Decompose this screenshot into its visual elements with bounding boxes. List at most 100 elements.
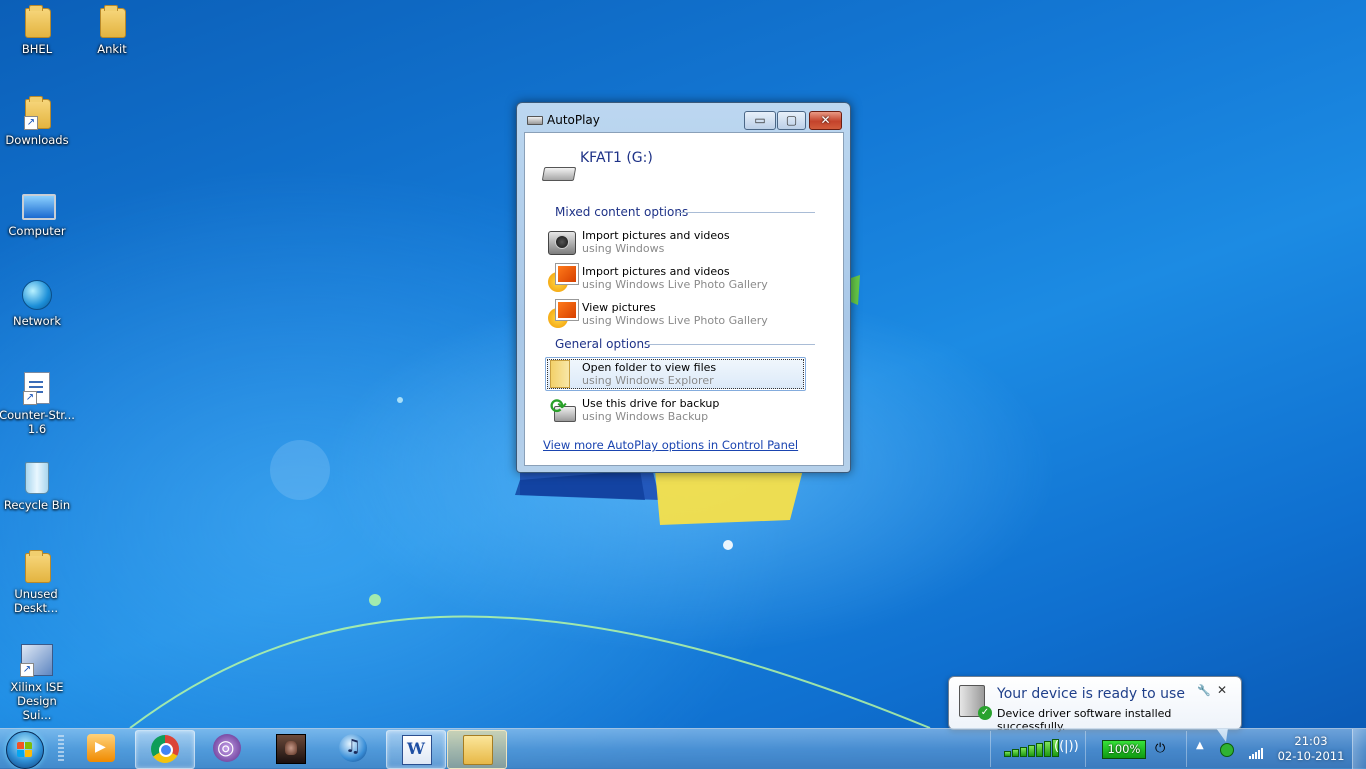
options-icon[interactable]: 🔧 xyxy=(1197,684,1211,697)
taskbar-windows-explorer[interactable] xyxy=(447,730,507,769)
maximize-icon: ▢ xyxy=(785,113,798,127)
desktop-icon-bhel[interactable]: BHEL xyxy=(0,5,74,56)
desktop-icon-label: Recycle Bin xyxy=(3,498,71,512)
section-heading-mixed: Mixed content options xyxy=(555,205,689,219)
taskbar-google-chrome[interactable] xyxy=(135,730,195,769)
folder-icon xyxy=(550,360,570,388)
safely-remove-hardware-icon[interactable] xyxy=(1220,743,1234,757)
photo-gallery-icon xyxy=(548,300,578,328)
show-hidden-icons-icon[interactable]: ▲ xyxy=(1196,740,1204,751)
desktop-icon-label: Downloads xyxy=(5,133,69,147)
battery-indicator[interactable]: 100% xyxy=(1102,740,1146,759)
option-sublabel: using Windows Live Photo Gallery xyxy=(582,278,768,291)
app-shortcut-icon xyxy=(20,644,53,677)
network-signal-icon[interactable] xyxy=(1004,739,1059,757)
clock-time: 21:03 xyxy=(1294,734,1328,748)
taskbar-windows-media-player[interactable] xyxy=(72,730,130,767)
close-icon: ✕ xyxy=(820,113,831,127)
bittorrent-icon xyxy=(213,734,241,762)
option-label: Use this drive for backup xyxy=(582,397,720,410)
autoplay-content: KFAT1 (G:) Mixed content options Import … xyxy=(524,132,844,466)
desktop-icon-computer[interactable]: Computer xyxy=(0,188,74,238)
desktop-icon-label: Counter-Str... 1.6 xyxy=(0,408,75,436)
option-import-live-photo-gallery[interactable]: Import pictures and videos using Windows… xyxy=(545,261,806,295)
microsoft-word-icon xyxy=(402,735,432,765)
option-sublabel: using Windows Explorer xyxy=(582,374,714,387)
network-icon xyxy=(22,280,52,310)
desktop-icon-ankit[interactable]: Ankit xyxy=(75,5,149,56)
tray-separator xyxy=(990,731,991,767)
desktop-icon-label: Network xyxy=(12,314,62,328)
section-divider xyxy=(645,344,815,345)
desktop-icon-network[interactable]: Network xyxy=(0,280,74,328)
option-label: Import pictures and videos xyxy=(582,265,730,278)
clock-date: 02-10-2011 xyxy=(1277,749,1345,763)
option-label: Open folder to view files xyxy=(582,361,717,374)
maximize-button[interactable]: ▢ xyxy=(777,111,806,130)
close-button[interactable]: ✕ xyxy=(809,111,842,130)
drive-icon xyxy=(527,116,543,125)
desktop-icon-xilinx[interactable]: Xilinx ISE Design Sui... xyxy=(0,644,74,722)
system-clock[interactable]: 21:03 02-10-2011 xyxy=(1276,734,1346,764)
game-icon xyxy=(276,734,306,764)
drive-title: KFAT1 (G:) xyxy=(580,150,653,166)
desktop-icon-label: Xilinx ISE Design Sui... xyxy=(10,680,64,722)
option-open-folder[interactable]: Open folder to view files using Windows … xyxy=(545,357,806,391)
desktop-icon-recycle-bin[interactable]: Recycle Bin xyxy=(0,462,74,512)
folder-icon xyxy=(25,5,51,38)
backup-icon xyxy=(548,394,576,424)
autoplay-window: AutoPlay ▭ ▢ ✕ KFAT1 (G:) Mixed content … xyxy=(516,102,851,473)
section-divider xyxy=(677,212,815,213)
taskbar-game[interactable] xyxy=(261,730,319,767)
start-button[interactable] xyxy=(6,731,44,769)
tray-separator xyxy=(1186,731,1187,767)
google-chrome-icon xyxy=(151,735,179,763)
desktop-icon-label: Unused Deskt... xyxy=(13,587,59,615)
option-sublabel: using Windows xyxy=(582,242,665,255)
minimize-icon: ▭ xyxy=(754,113,766,127)
folder-icon xyxy=(25,550,51,583)
desktop-icon-label: Computer xyxy=(8,224,66,238)
minimize-button[interactable]: ▭ xyxy=(744,111,776,130)
taskbar: ((|)) 100% ⏻ ▲ 21:03 02-10-2011 xyxy=(0,728,1366,769)
taskbar-grip[interactable] xyxy=(58,735,64,763)
desktop-icon-downloads[interactable]: Downloads xyxy=(0,96,74,147)
show-desktop-button[interactable] xyxy=(1352,729,1366,769)
taskbar-bittorrent[interactable] xyxy=(198,730,256,767)
window-title: AutoPlay xyxy=(547,113,600,127)
computer-icon xyxy=(22,194,56,220)
wireless-icon[interactable]: ((|)) xyxy=(1054,739,1079,754)
desktop-icon-label: BHEL xyxy=(21,42,53,56)
control-panel-link[interactable]: View more AutoPlay options in Control Pa… xyxy=(543,438,798,452)
close-icon[interactable]: ✕ xyxy=(1217,683,1227,697)
photo-gallery-icon xyxy=(548,264,578,292)
notification-title: Your device is ready to use xyxy=(997,686,1185,702)
device-ready-icon xyxy=(959,685,992,720)
option-sublabel: using Windows Live Photo Gallery xyxy=(582,314,768,327)
option-label: Import pictures and videos xyxy=(582,229,730,242)
removable-drive-icon xyxy=(541,167,577,181)
option-use-for-backup[interactable]: Use this drive for backup using Windows … xyxy=(545,393,806,427)
recycle-bin-icon xyxy=(25,462,49,494)
option-label: View pictures xyxy=(582,301,656,314)
section-heading-general: General options xyxy=(555,337,651,351)
tray-separator xyxy=(1085,731,1086,767)
desktop-icon-unused-desktop[interactable]: Unused Deskt... xyxy=(0,550,74,615)
windows-explorer-icon xyxy=(463,735,493,765)
document-shortcut-icon xyxy=(23,372,50,405)
taskbar-itunes[interactable] xyxy=(324,730,382,767)
power-plug-icon[interactable]: ⏻ xyxy=(1155,741,1171,756)
camera-icon xyxy=(548,231,576,255)
option-import-windows[interactable]: Import pictures and videos using Windows xyxy=(545,225,806,259)
desktop-icon-counter-strike[interactable]: Counter-Str... 1.6 xyxy=(0,372,75,436)
folder-shortcut-icon xyxy=(24,96,51,130)
folder-icon xyxy=(100,5,126,38)
taskbar-microsoft-word[interactable] xyxy=(386,730,446,769)
option-view-pictures[interactable]: View pictures using Windows Live Photo G… xyxy=(545,297,806,331)
notification-balloon[interactable]: Your device is ready to use Device drive… xyxy=(948,676,1242,742)
option-sublabel: using Windows Backup xyxy=(582,410,709,423)
signal-strength-icon[interactable] xyxy=(1249,743,1263,759)
itunes-icon xyxy=(339,734,367,762)
desktop-icon-label: Ankit xyxy=(97,42,127,56)
windows-media-player-icon xyxy=(87,734,115,762)
